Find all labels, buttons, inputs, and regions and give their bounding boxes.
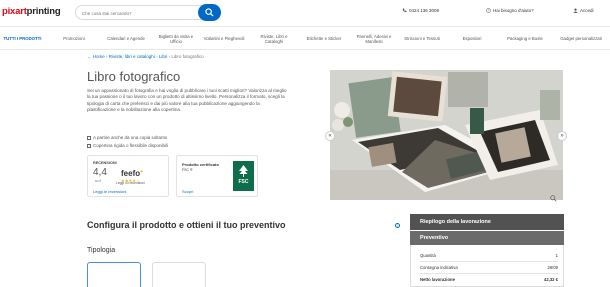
nav-riviste[interactable]: Riviste, Libri e Cataloghi [252, 27, 296, 50]
summary-value: 42,32 € [544, 277, 558, 282]
nav-pannelli[interactable]: Pannelli, Adesivi e Manifesti [350, 27, 398, 50]
breadcrumb-category[interactable]: Riviste, libri e cataloghi [109, 54, 155, 59]
nav-label: Espositori [462, 36, 482, 41]
breadcrumb-current: Libro fotografico [171, 54, 204, 59]
info-icon[interactable]: i [395, 223, 400, 228]
breadcrumb: ← Home › Riviste, libri e cataloghi › Li… [87, 54, 204, 59]
fsc-card: Prodotto certificato FSC ® Scopri FSC [176, 155, 258, 197]
feature-label: A partire anche da una copia soltanto [93, 135, 168, 140]
nav-striscioni[interactable]: Striscioni e Tessuti [400, 27, 444, 50]
nav-label: Gadget personalizzati [560, 36, 602, 41]
phone-number: 0424 136 3009 [409, 8, 440, 14]
help-link[interactable]: ? Hai bisogno d'aiuto? [486, 8, 534, 14]
search-icon [205, 8, 214, 17]
nav-etichette[interactable]: Etichette e Sticker [302, 27, 346, 50]
reviews-count: Leggi 43 recensioni [116, 180, 145, 185]
photobook-illustration [330, 70, 563, 200]
nav-calendari[interactable]: Calendari e Agende [104, 27, 148, 50]
reviews-label: RECENSIONI [93, 161, 117, 165]
logo[interactable]: pixartprinting [2, 6, 61, 17]
nav-biglietti[interactable]: Biglietti da visita e Ufficio [154, 27, 198, 50]
nav-label: Promozioni [63, 36, 85, 41]
read-reviews-link[interactable]: Leggi le recensioni [93, 189, 126, 194]
nav-label: Pannelli, Adesivi e Manifesti [356, 33, 392, 44]
top-header: pixartprinting 0424 136 3009 ?Hai bisogn… [0, 0, 610, 27]
summary-label: Consegna indicativa [420, 265, 458, 270]
summary-row-net: Netto lavorazione 42,32 € [420, 277, 558, 282]
login-link[interactable]: Accedi [573, 8, 594, 14]
chevron-right-icon: » [560, 133, 564, 139]
nav-gadget[interactable]: Gadget personalizzati [556, 27, 606, 50]
reviews-outof: su 5 [95, 179, 102, 183]
nav-label: Biglietti da visita e Ufficio [158, 33, 194, 44]
product-image[interactable] [330, 70, 563, 200]
tipologia-heading: Tipologia [87, 247, 116, 254]
feature-item: A partire anche da una copia soltanto [87, 135, 167, 140]
tipologia-option-2[interactable] [152, 262, 206, 287]
nav-label: Calendari e Agende [107, 36, 145, 41]
fsc-badge-text: FSC [238, 179, 249, 185]
summary-header: Riepilogo della lavorazione [410, 214, 564, 230]
user-icon [573, 8, 578, 14]
summary-label: Quantità [420, 253, 436, 258]
category-nav: TUTTI I PRODOTTI Promozioni Calendari e … [0, 27, 610, 50]
logo-part2: printing [26, 6, 61, 17]
nav-packaging[interactable]: Packaging e Buste [503, 27, 547, 50]
nav-label: Striscioni e Tessuti [404, 36, 440, 41]
gallery-prev-button[interactable]: « [325, 131, 335, 141]
back-arrow-icon[interactable]: ← [87, 54, 92, 59]
breadcrumb-subcategory[interactable]: Libri [159, 54, 168, 59]
search-button[interactable] [198, 4, 221, 21]
summary-row-quantity: Quantità 1 [420, 253, 558, 258]
product-description: Sei un appassionato di fotografia e hai … [87, 88, 287, 112]
phone-icon [402, 8, 407, 14]
nav-label: TUTTI I PRODOTTI [3, 36, 42, 41]
nav-all-products[interactable]: TUTTI I PRODOTTI [0, 27, 45, 50]
summary-value: 1 [555, 253, 558, 258]
fsc-title: Prodotto certificato [182, 162, 219, 167]
reviews-card: RECENSIONI 4,4 su 5 feefo★ ★★★★☆ Leggi 4… [87, 155, 169, 197]
nav-espositori[interactable]: Espositori [450, 27, 494, 50]
logo-part1: pixart [2, 6, 27, 17]
check-icon [87, 143, 91, 148]
fsc-subtitle: FSC ® [182, 168, 193, 172]
divider [420, 273, 558, 274]
summary-body: Quantità 1 Consegna indicativa 26/09 Netto… [410, 245, 564, 287]
feature-item: Copertina rigida o flessibile disponibil… [87, 143, 168, 148]
reviews-score: 4,4 [93, 167, 107, 178]
summary-subheader: Preventivo [410, 231, 564, 245]
summary-label: Netto lavorazione [420, 277, 455, 282]
tipologia-option-1[interactable] [87, 262, 141, 287]
summary-value: 26/09 [547, 265, 558, 270]
fsc-discover-link[interactable]: Scopri [182, 189, 193, 194]
feefo-star-icon: ★ [140, 169, 144, 174]
zoom-icon[interactable] [550, 195, 557, 204]
nav-label: Packaging e Buste [507, 36, 543, 41]
page-title: Libro fotografico [87, 69, 181, 84]
nav-label: Riviste, Libri e Cataloghi [260, 33, 288, 44]
nav-volantini[interactable]: Volantini e Pieghevoli [202, 27, 246, 50]
search-input[interactable] [82, 8, 202, 18]
check-icon [87, 135, 91, 140]
summary-row-delivery: Consegna indicativa 26/09 [420, 265, 558, 270]
breadcrumb-home[interactable]: Home [93, 54, 105, 59]
feefo-logo: feefo★ [121, 169, 143, 178]
gallery-next-button[interactable]: » [557, 131, 567, 141]
nav-promozioni[interactable]: Promozioni [52, 27, 96, 50]
feefo-brand: feefo [121, 169, 141, 178]
fsc-logo: FSC [233, 161, 254, 191]
help-label: Hai bisogno d'aiuto? [493, 8, 534, 14]
nav-label: Volantini e Pieghevoli [203, 36, 245, 41]
login-label: Accedi [580, 8, 594, 14]
divider [420, 261, 558, 262]
chevron-left-icon: « [328, 133, 332, 139]
help-icon: ? [486, 8, 491, 14]
feature-label: Copertina rigida o flessibile disponibil… [93, 143, 169, 148]
configure-heading: Configura il prodotto e ottieni il tuo p… [87, 220, 286, 230]
phone-contact[interactable]: 0424 136 3009 [402, 8, 439, 14]
tree-icon [239, 165, 248, 177]
nav-label: Etichette e Sticker [306, 36, 342, 41]
